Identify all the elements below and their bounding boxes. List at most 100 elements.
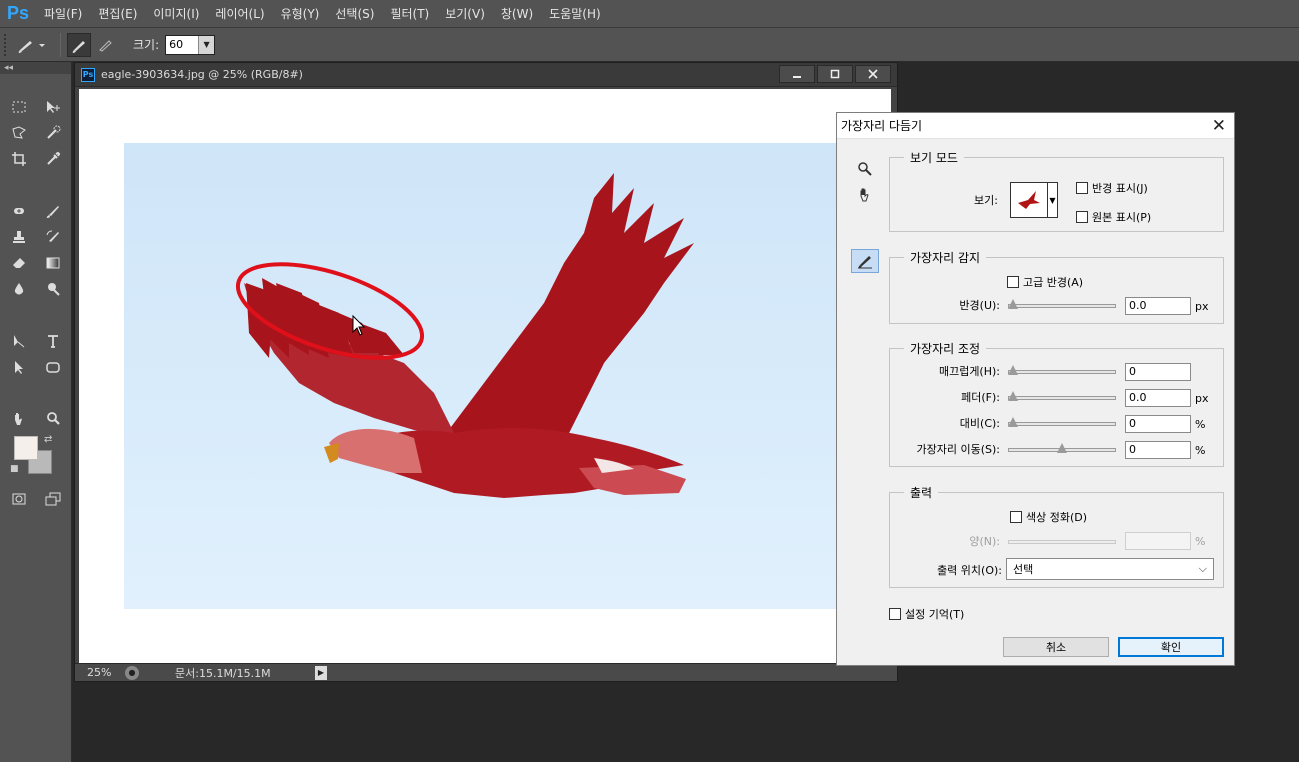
feather-label-text: 페더(F):	[961, 391, 1000, 404]
show-original-option[interactable]: 원본 표시(P)	[1076, 209, 1151, 225]
zoom-icon[interactable]	[36, 406, 70, 432]
show-original-checkbox[interactable]	[1076, 211, 1088, 223]
show-radius-option[interactable]: 반경 표시(J)	[1076, 180, 1148, 196]
shift-edge-input[interactable]: 0	[1125, 441, 1191, 459]
feather-unit: px	[1195, 391, 1209, 405]
move-icon[interactable]	[36, 94, 70, 120]
blur-icon[interactable]	[2, 276, 36, 302]
menu-select[interactable]: 선택(S)	[327, 5, 382, 22]
foreground-color-swatch[interactable]	[14, 436, 38, 460]
smart-radius-label: 고급 반경(A)	[1023, 276, 1084, 289]
close-button[interactable]	[855, 65, 891, 83]
history-brush-icon[interactable]	[36, 224, 70, 250]
swap-colors-icon[interactable]: ⇄	[44, 434, 52, 445]
clone-stamp-icon[interactable]	[2, 224, 36, 250]
screen-mode-icon[interactable]	[36, 486, 70, 512]
decontaminate-option[interactable]: 색상 정화(D)	[1010, 509, 1087, 525]
rectangle-shape-icon[interactable]	[36, 354, 70, 380]
document-canvas[interactable]	[79, 89, 891, 663]
remember-settings-option[interactable]: 설정 기억(T)	[889, 606, 964, 622]
contrast-input-row: 0 %	[1125, 415, 1205, 433]
menu-edit[interactable]: 편집(E)	[90, 5, 145, 22]
document-title-bar[interactable]: Ps eagle-3903634.jpg @ 25% (RGB/8#)	[75, 63, 897, 87]
spot-healing-icon[interactable]	[2, 198, 36, 224]
radius-slider[interactable]	[1008, 298, 1116, 312]
path-selection-icon[interactable]	[2, 354, 36, 380]
quick-selection-icon[interactable]	[36, 120, 70, 146]
polygonal-lasso-icon[interactable]	[2, 120, 36, 146]
menu-window[interactable]: 창(W)	[493, 5, 541, 22]
smooth-input[interactable]: 0	[1125, 363, 1191, 381]
gradient-icon[interactable]	[36, 250, 70, 276]
menu-filter[interactable]: 필터(T)	[382, 5, 437, 22]
view-mode-picker[interactable]: ▼	[1010, 182, 1058, 218]
feather-input[interactable]: 0.0	[1125, 389, 1191, 407]
smooth-slider[interactable]	[1008, 364, 1116, 378]
dialog-hand-tool[interactable]	[851, 183, 879, 207]
eraser-icon[interactable]	[2, 250, 36, 276]
dialog-close-icon[interactable]: ✕	[1212, 116, 1226, 136]
contrast-input[interactable]: 0	[1125, 415, 1191, 433]
radius-slider-thumb[interactable]	[1008, 299, 1018, 309]
remember-settings-checkbox[interactable]	[889, 608, 901, 620]
dialog-zoom-tool[interactable]	[851, 157, 879, 181]
brush-size-field[interactable]: 60 ▼	[165, 34, 216, 55]
menu-file[interactable]: 파일(F)	[36, 5, 90, 22]
contrast-slider-thumb[interactable]	[1008, 417, 1018, 427]
quick-mask-icon[interactable]	[2, 486, 36, 512]
chevron-down-icon[interactable]: ⌵	[1199, 562, 1207, 576]
dialog-title-bar[interactable]: 가장자리 다듬기	[837, 113, 1234, 139]
erase-refinements-tool-button[interactable]	[93, 33, 117, 57]
collapse-panel-icon[interactable]: ◂◂	[0, 62, 71, 74]
menu-type[interactable]: 유형(Y)	[273, 5, 328, 22]
pen-icon[interactable]	[2, 328, 36, 354]
output-to-select[interactable]: 선택 ⌵	[1006, 558, 1214, 580]
shift-edge-slider-thumb[interactable]	[1057, 443, 1067, 453]
dodge-icon[interactable]	[36, 276, 70, 302]
brush-size-value[interactable]: 60	[166, 38, 198, 51]
chevron-down-icon[interactable]: ▼	[198, 35, 215, 54]
cancel-button[interactable]: 취소	[1003, 637, 1109, 657]
type-icon[interactable]	[36, 328, 70, 354]
show-radius-label: 반경 표시(J)	[1092, 182, 1148, 195]
view-mode-thumbnail[interactable]: ▼	[1010, 182, 1058, 218]
decontaminate-checkbox[interactable]	[1010, 511, 1022, 523]
contrast-slider[interactable]	[1008, 416, 1116, 430]
menu-layer[interactable]: 레이어(L)	[207, 5, 272, 22]
zoom-level[interactable]: 25%	[75, 666, 125, 679]
status-menu-arrow-icon[interactable]: ▶	[315, 665, 327, 680]
radius-input-row: 0.0 px	[1125, 297, 1209, 315]
amount-input-row: %	[1125, 532, 1205, 550]
hand-icon[interactable]	[2, 406, 36, 432]
bird-thumbnail-icon	[1011, 183, 1047, 217]
rectangular-marquee-icon[interactable]	[2, 94, 36, 120]
chevron-down-icon[interactable]: ▼	[1047, 183, 1057, 217]
smart-radius-option[interactable]: 고급 반경(A)	[1007, 274, 1083, 290]
smart-radius-checkbox[interactable]	[1007, 276, 1019, 288]
shift-edge-slider[interactable]	[1008, 442, 1116, 456]
menu-view[interactable]: 보기(V)	[437, 5, 493, 22]
brush-icon[interactable]	[36, 198, 70, 224]
maximize-button[interactable]	[817, 65, 853, 83]
refine-radius-tool-button[interactable]	[67, 32, 91, 57]
edge-detection-group: 가장자리 감지 고급 반경(A) 반경(U): 0.0 px	[889, 249, 1224, 324]
smooth-slider-thumb[interactable]	[1008, 365, 1018, 375]
radius-input[interactable]: 0.0	[1125, 297, 1191, 315]
feather-slider[interactable]	[1008, 390, 1116, 404]
default-colors-icon[interactable]: ■	[10, 464, 19, 474]
crop-icon[interactable]	[2, 146, 36, 172]
feather-slider-thumb[interactable]	[1008, 391, 1018, 401]
dialog-refine-radius-tool[interactable]	[851, 249, 879, 273]
eagle-photo[interactable]	[124, 143, 836, 609]
show-radius-checkbox[interactable]	[1076, 182, 1088, 194]
close-icon	[868, 69, 878, 79]
menu-image[interactable]: 이미지(I)	[145, 5, 207, 22]
menu-help[interactable]: 도움말(H)	[541, 5, 609, 22]
ok-button[interactable]: 확인	[1118, 637, 1224, 657]
output-to-row: 선택 ⌵	[1006, 558, 1214, 580]
output-group: 출력 색상 정화(D) 양(N): % 출력 위치(O): 선택 ⌵	[889, 484, 1224, 588]
minimize-button[interactable]	[779, 65, 815, 83]
eyedropper-icon[interactable]	[36, 146, 70, 172]
status-info-icon[interactable]: ●	[125, 665, 139, 680]
tool-preset-picker[interactable]	[10, 32, 54, 58]
